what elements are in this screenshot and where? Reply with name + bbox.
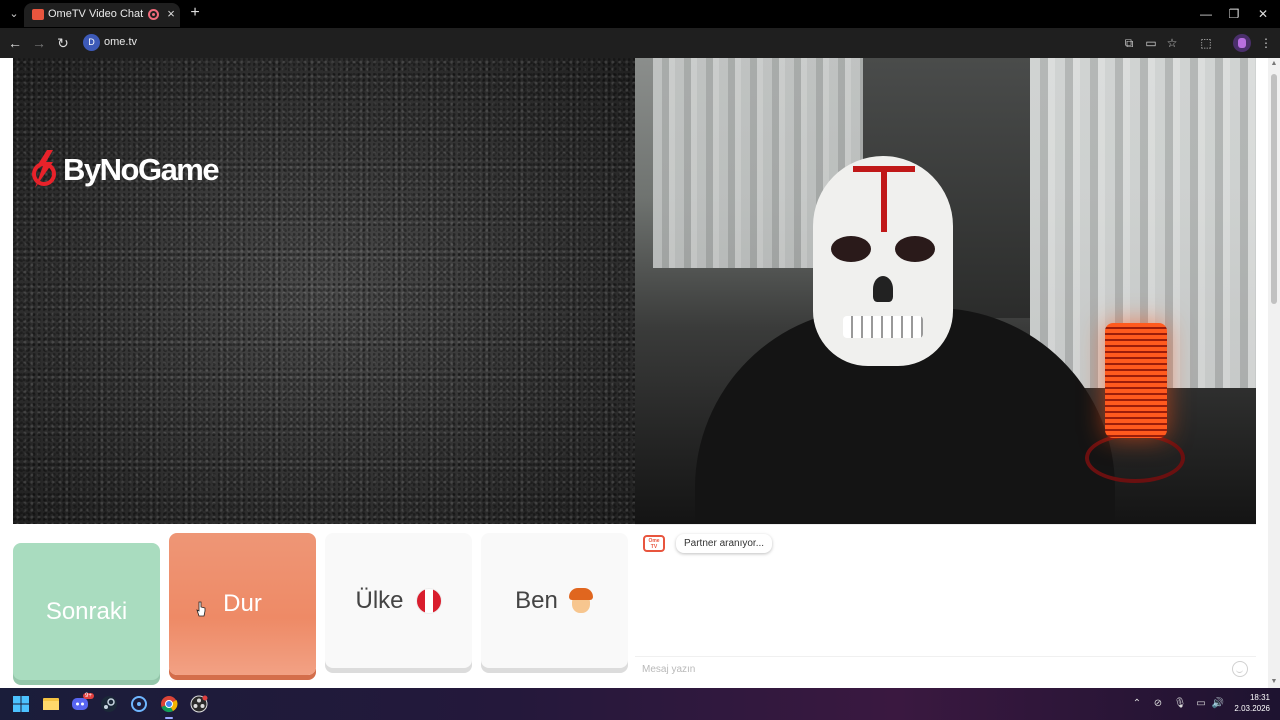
tray-chevron-icon[interactable]: ⌃ [1130, 697, 1144, 711]
mask-eye-left [831, 236, 871, 262]
forward-button[interactable]: → [30, 34, 48, 52]
file-explorer-icon[interactable] [42, 695, 60, 713]
bookmark-star-icon[interactable]: ☆ [1164, 35, 1180, 51]
translate-icon[interactable]: ⧉ [1121, 35, 1137, 51]
tab-title: OmeTV Video Chat — Ome [48, 8, 144, 20]
microphone [1105, 323, 1167, 438]
mask-nose [873, 276, 893, 302]
mouse-pointer-icon [196, 601, 206, 617]
microphone-icon[interactable]: 🎙 [1173, 697, 1187, 711]
volume-icon[interactable]: 🔊 [1211, 697, 1225, 711]
address-bar[interactable]: ome.tv [104, 36, 137, 48]
stop-button[interactable]: Dur [169, 533, 316, 675]
emoji-icon[interactable] [1232, 661, 1248, 677]
page-scrollbar[interactable]: ▲ ▼ [1268, 58, 1280, 688]
browser-toolbar: ← → ↻ D ome.tv ⧉ ▭ ☆ ⬚ ⋮ [0, 28, 1280, 58]
new-tab-button[interactable]: + [186, 4, 204, 22]
system-clock[interactable]: 18:31 2.03.2026 [1226, 692, 1270, 714]
tab-ometv[interactable]: OmeTV Video Chat — Ome × [24, 3, 180, 27]
me-button[interactable]: Ben [481, 533, 628, 668]
steam-icon[interactable] [100, 695, 118, 713]
next-button[interactable]: Sonraki [13, 543, 160, 680]
mic-stand [1085, 433, 1185, 483]
network-app-icon[interactable] [130, 695, 148, 713]
cast-icon[interactable]: ▭ [1143, 35, 1159, 51]
scroll-up-icon[interactable]: ▲ [1270, 60, 1278, 67]
mask-blood [853, 166, 915, 236]
back-button[interactable]: ← [6, 34, 24, 52]
stop-button-label: Dur [223, 590, 262, 617]
tab-search-icon[interactable]: ⌄ [6, 6, 22, 22]
close-window-button[interactable]: ✕ [1253, 5, 1273, 23]
maximize-button[interactable]: ❐ [1224, 5, 1244, 23]
self-camera-video [635, 58, 1256, 524]
profile-avatar[interactable] [1233, 34, 1251, 52]
extensions-icon[interactable]: ⬚ [1198, 35, 1214, 51]
scroll-down-icon[interactable]: ▼ [1270, 678, 1278, 685]
tray-app-icon[interactable]: ⊘ [1151, 697, 1165, 711]
discord-badge: 9+ [83, 693, 94, 699]
obs-icon[interactable] [190, 695, 208, 713]
clock-time: 18:31 [1249, 693, 1270, 702]
tab-close-icon[interactable]: × [164, 6, 178, 22]
country-button-label: Ülke [355, 586, 404, 614]
ometv-favicon-icon [32, 9, 44, 20]
reload-button[interactable]: ↻ [54, 34, 72, 52]
tab-strip: ⌄ OmeTV Video Chat — Ome × + — ❐ ✕ [0, 0, 1280, 28]
chat-panel: Ome TV Partner aranıyor... [635, 524, 1256, 680]
recording-indicator-icon [148, 9, 159, 20]
ometv-page: ByNoGame Sonraki Dur Ülke Ben Ome TV Par… [0, 58, 1280, 688]
chrome-active-indicator [165, 717, 173, 719]
flag-icon [415, 587, 442, 614]
ometv-chat-logo: Ome TV [643, 535, 665, 552]
windows-taskbar: 9+ ⌃ ⊘ 🎙 ▭ 🔊 18:31 2.03.2026 [0, 688, 1280, 720]
clock-date: 2.03.2026 [1234, 704, 1270, 713]
mask-teeth [843, 316, 923, 338]
scroll-thumb[interactable] [1271, 74, 1277, 304]
site-info-icon[interactable]: D [83, 34, 100, 51]
windows-start-icon[interactable] [12, 695, 30, 713]
mask-eye-right [895, 236, 935, 262]
skull-mask [813, 156, 953, 366]
country-button[interactable]: Ülke [325, 533, 472, 668]
message-input-bar [635, 656, 1256, 680]
menu-icon[interactable]: ⋮ [1258, 35, 1274, 51]
me-button-label: Ben [515, 586, 558, 614]
network-icon[interactable]: ▭ [1194, 697, 1208, 711]
status-message: Partner aranıyor... [676, 534, 773, 553]
boy-avatar-icon [568, 587, 594, 614]
next-button-label: Sonraki [45, 597, 128, 625]
partner-video: ByNoGame [13, 58, 635, 524]
bynogame-mark-icon [32, 150, 56, 188]
chrome-icon[interactable] [160, 695, 178, 713]
logo-text: ByNoGame [63, 152, 220, 187]
message-input[interactable] [642, 662, 1222, 676]
minimize-button[interactable]: — [1196, 5, 1216, 23]
